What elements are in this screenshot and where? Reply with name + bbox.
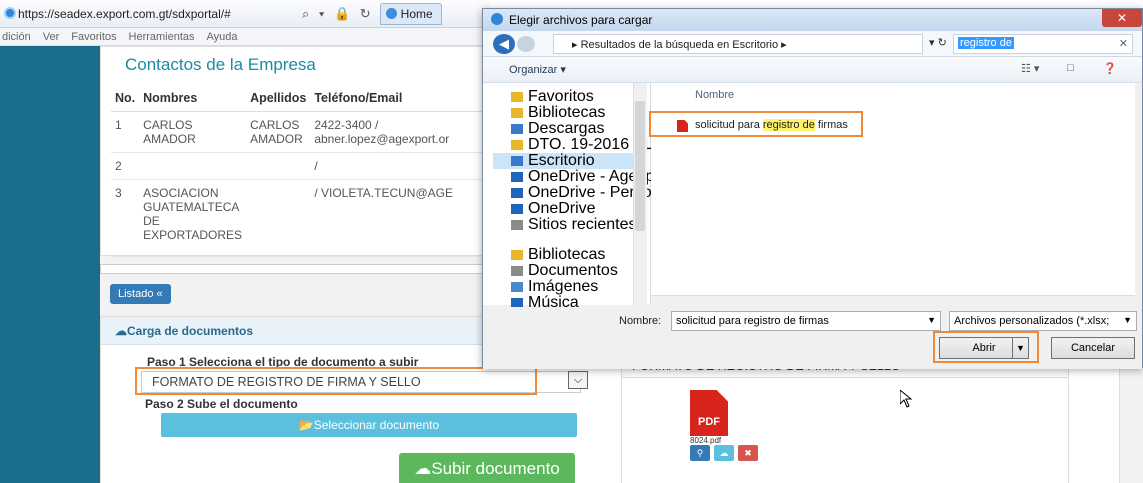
horizontal-scrollbar[interactable] xyxy=(100,264,490,274)
contacts-title: Contactos de la Empresa xyxy=(125,55,316,74)
table-row: 1 CARLOS AMADOR CARLOS AMADOR 2422-3400 … xyxy=(111,111,491,153)
menu-edicion[interactable]: dición xyxy=(2,31,31,43)
view-options-icon[interactable]: ☷ ▾ xyxy=(1021,62,1039,75)
clear-search-icon[interactable]: ✕ xyxy=(1119,37,1128,50)
folder-icon xyxy=(511,140,523,150)
step2-label: Paso 2 Sube el documento xyxy=(145,397,298,411)
file-list-pane: Nombre solicitud para registro de firmas xyxy=(649,83,1135,305)
col-apellidos: Apellidos xyxy=(246,87,311,112)
cloud-download-icon[interactable]: ☁ xyxy=(714,445,734,461)
column-header-name[interactable]: Nombre xyxy=(695,89,734,101)
nav-item-label: Favoritos xyxy=(528,88,594,105)
nav-item-label: Bibliotecas xyxy=(528,104,606,121)
path-breadcrumb[interactable]: ▸ Resultados de la búsqueda en Escritori… xyxy=(553,34,923,54)
col-no: No. xyxy=(111,87,140,112)
highlight-box xyxy=(649,111,863,137)
url-field[interactable]: https://seadex.export.com.gt/sdxportal/# xyxy=(18,7,298,21)
menu-ayuda[interactable]: Ayuda xyxy=(207,31,238,43)
folder-icon xyxy=(511,220,523,230)
nav-item-label: Imágenes xyxy=(528,278,599,295)
cancel-button[interactable]: Cancelar xyxy=(1051,337,1135,359)
file-type-filter[interactable]: Archivos personalizados (*.xlsx; ▼ xyxy=(949,311,1137,331)
menu-favoritos[interactable]: Favoritos xyxy=(71,31,116,43)
table-row: 3 ASOCIACION GUATEMALTECA DE EXPORTADORE… xyxy=(111,179,491,257)
dialog-title: Elegir archivos para cargar xyxy=(483,9,1142,31)
folder-icon xyxy=(511,92,523,102)
folder-icon xyxy=(511,156,523,166)
listado-button[interactable]: Listado « xyxy=(110,284,171,304)
table-row: 2 / xyxy=(111,152,491,180)
nav-item-1[interactable]: Bibliotecas xyxy=(511,105,605,121)
nav-item-2[interactable]: Descargas xyxy=(511,121,604,137)
contacts-table: No. Nombres Apellidos Teléfono/Email 1 C… xyxy=(111,87,491,257)
organize-menu[interactable]: Organizar ▾ xyxy=(509,63,566,76)
nav-item-0[interactable]: Favoritos xyxy=(511,89,594,105)
folder-icon xyxy=(511,282,523,292)
nav-item-8[interactable]: Sitios recientes xyxy=(511,217,637,233)
screen: https://seadex.export.com.gt/sdxportal/#… xyxy=(0,0,1143,483)
browser-address-bar: https://seadex.export.com.gt/sdxportal/#… xyxy=(0,0,490,28)
chevron-down-icon[interactable]: ▼ xyxy=(927,315,936,325)
folder-icon xyxy=(511,204,523,214)
select-document-button[interactable]: 📂Seleccionar documento xyxy=(161,413,577,437)
filename-label: Nombre: xyxy=(619,315,662,327)
nav-item-label: Bibliotecas xyxy=(528,246,606,263)
highlight-box xyxy=(933,331,1039,363)
file-hscrollbar[interactable] xyxy=(651,295,1135,307)
left-sidebar-band xyxy=(0,46,100,483)
mouse-cursor-icon xyxy=(900,390,912,408)
dialog-nav-row: ◀ ▸ Resultados de la búsqueda en Escrito… xyxy=(483,31,1142,57)
nav-item-3[interactable]: DTO. 19-2016 PL xyxy=(511,137,653,153)
filename-input[interactable]: solicitud para registro de firmas ▼ xyxy=(671,311,941,331)
dialog-bottom-area: Nombre: solicitud para registro de firma… xyxy=(483,307,1142,369)
nav-item-4[interactable]: Escritorio xyxy=(493,153,641,169)
nav-item-7[interactable]: OneDrive xyxy=(511,201,596,217)
dialog-toolbar: Organizar ▾ ☷ ▾ □ ❓ xyxy=(483,57,1142,83)
menu-herramientas[interactable]: Herramientas xyxy=(129,31,195,43)
pdf-filename: 8024.pdf xyxy=(690,436,722,445)
folder-icon xyxy=(511,172,523,182)
ie-logo-icon xyxy=(4,7,16,19)
back-arrow-icon[interactable]: ◀ xyxy=(493,34,515,54)
contacts-panel: Contactos de la Empresa No. Nombres Apel… xyxy=(100,46,491,257)
pdf-file-icon: PDF xyxy=(690,390,728,436)
nav-item-label: OneDrive xyxy=(528,200,596,217)
upload-document-button[interactable]: ☁Subir documento xyxy=(399,453,575,483)
preview-pane-icon[interactable]: □ xyxy=(1067,62,1074,74)
help-icon[interactable]: ❓ xyxy=(1103,62,1117,75)
refresh-icon[interactable]: ▾ ↻ xyxy=(929,36,947,49)
folder-icon xyxy=(511,266,523,276)
chevron-down-icon[interactable]: ▼ xyxy=(1123,315,1132,325)
trash-icon[interactable]: ✖ xyxy=(738,445,758,461)
browser-menu-bar: dición Ver Favoritos Herramientas Ayuda xyxy=(0,28,490,46)
folder-icon xyxy=(511,250,523,260)
nav-item-10[interactable]: Documentos xyxy=(511,263,618,279)
forward-arrow-icon[interactable] xyxy=(517,36,535,52)
zoom-icon[interactable]: ⚲ xyxy=(690,445,710,461)
chevron-down-icon[interactable]: ⌵ xyxy=(568,371,588,389)
folder-icon xyxy=(511,124,523,134)
nav-item-6[interactable]: OneDrive - Perso xyxy=(511,185,652,201)
col-telefono: Teléfono/Email xyxy=(310,87,491,112)
search-input[interactable]: registro de ✕ xyxy=(953,34,1133,54)
nav-item-label: Descargas xyxy=(528,120,605,137)
nav-item-11[interactable]: Imágenes xyxy=(511,279,598,295)
tab-home[interactable]: Home xyxy=(379,2,442,25)
menu-ver[interactable]: Ver xyxy=(43,31,60,43)
nav-item-9[interactable]: Bibliotecas xyxy=(511,247,605,263)
folder-icon xyxy=(511,188,523,198)
nav-item-label: Documentos xyxy=(528,262,618,279)
file-open-dialog: Elegir archivos para cargar ✕ ◀ ▸ Result… xyxy=(482,8,1143,369)
preview-panel: FORMATO DE REGISTRO DE FIRMA Y SELLO PDF… xyxy=(621,351,1069,483)
address-controls[interactable]: ⌕ ▾ 🔒 ↻ xyxy=(302,6,374,22)
nav-scroll-thumb[interactable] xyxy=(635,101,645,231)
nav-item-label: Escritorio xyxy=(528,152,595,169)
close-icon[interactable]: ✕ xyxy=(1102,9,1142,27)
folder-icon xyxy=(511,108,523,118)
highlight-box xyxy=(135,367,537,395)
nav-item-label: Sitios recientes xyxy=(528,216,637,233)
col-nombres: Nombres xyxy=(139,87,247,112)
